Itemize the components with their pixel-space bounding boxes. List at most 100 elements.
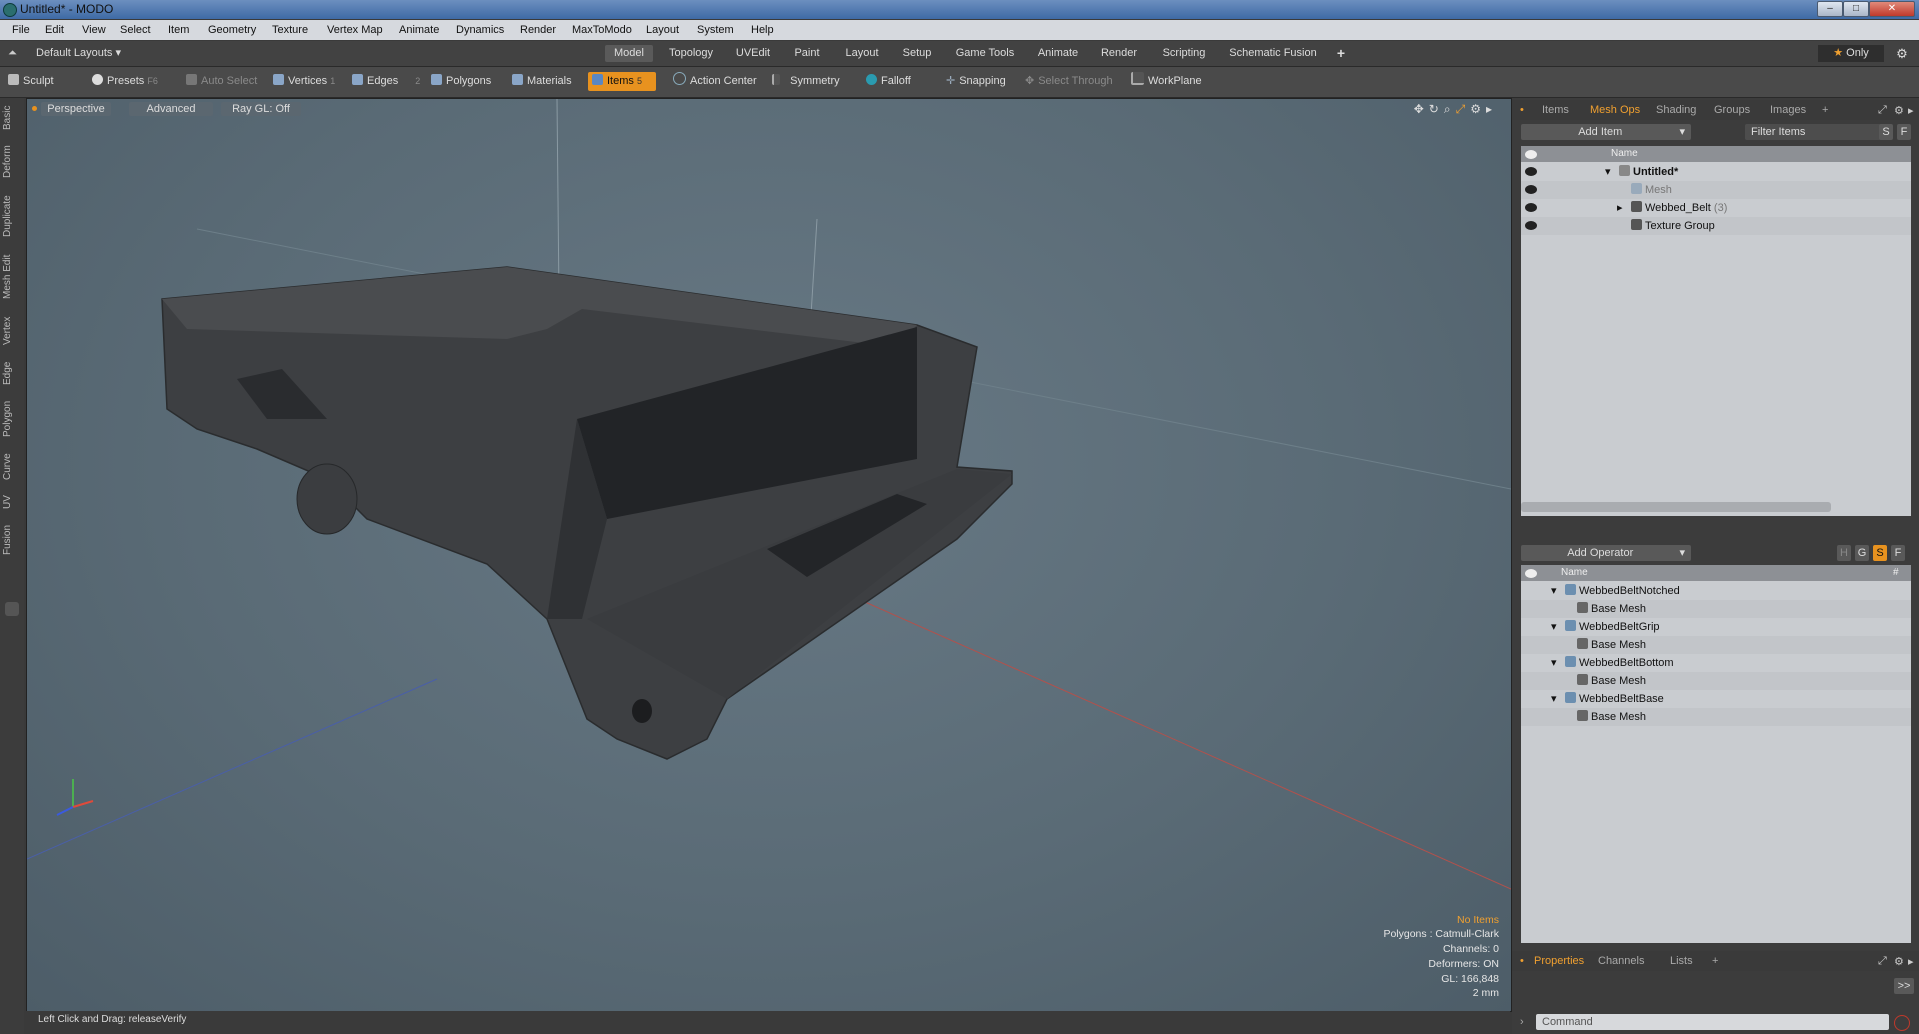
tab-scripting[interactable]: Scripting [1153, 45, 1215, 62]
select-through-button[interactable]: ✥ Select Through [1025, 72, 1113, 91]
menu-render[interactable]: Render [520, 24, 556, 36]
flag-s-button[interactable]: S [1873, 545, 1887, 561]
vtab-curve[interactable]: Curve [2, 450, 22, 484]
horizontal-scrollbar[interactable] [1521, 502, 1831, 512]
tab-setup[interactable]: Setup [895, 45, 939, 62]
command-input[interactable]: Command [1536, 1014, 1889, 1030]
menu-maxtomodo[interactable]: MaxToModo [572, 24, 632, 36]
vtab-vertex[interactable]: Vertex [2, 312, 22, 350]
op-row-base-mesh[interactable]: Base Mesh [1521, 672, 1911, 690]
menu-edit[interactable]: Edit [45, 24, 64, 36]
expand-arrow-icon[interactable]: ▾ [1551, 618, 1557, 636]
edges-button[interactable]: Edges 2 [352, 72, 420, 91]
add-item-button[interactable]: Add Item ▾ [1521, 124, 1691, 140]
menu-texture[interactable]: Texture [272, 24, 308, 36]
visibility-eye-icon[interactable] [1525, 167, 1537, 176]
minimize-button[interactable]: – [1817, 1, 1843, 17]
panel-gear-icon[interactable]: ⚙ [1894, 104, 1904, 117]
visibility-eye-icon[interactable] [1525, 203, 1537, 212]
menu-dynamics[interactable]: Dynamics [456, 24, 504, 36]
symmetry-button[interactable]: Symmetry [772, 72, 840, 91]
filter-f-button[interactable]: F [1897, 124, 1911, 140]
tab-items[interactable]: Items [1542, 104, 1569, 116]
vtab-edge[interactable]: Edge [2, 358, 22, 388]
tree-row-webbed-belt[interactable]: ▸ Webbed_Belt (3) [1521, 199, 1911, 217]
add-panel-tab-button[interactable]: + [1712, 955, 1718, 967]
tab-images[interactable]: Images [1770, 104, 1806, 116]
tree-row-texture-group[interactable]: Texture Group [1521, 217, 1911, 235]
expand-arrow-icon[interactable]: ▾ [1551, 654, 1557, 672]
vtab-polygon[interactable]: Polygon [2, 396, 22, 442]
op-row-base[interactable]: ▾ WebbedBeltBase [1521, 690, 1911, 708]
tab-game-tools[interactable]: Game Tools [947, 45, 1023, 62]
polygons-button[interactable]: Polygons [431, 72, 491, 91]
menu-help[interactable]: Help [751, 24, 774, 36]
tab-layout[interactable]: Layout [837, 45, 887, 62]
op-row-notched[interactable]: ▾ WebbedBeltNotched [1521, 582, 1911, 600]
filter-items-input[interactable]: Filter Items [1745, 124, 1881, 140]
presets-button[interactable]: Presets F6 [92, 72, 158, 91]
menu-file[interactable]: File [12, 24, 30, 36]
tab-model[interactable]: Model [605, 45, 653, 62]
filter-s-button[interactable]: S [1879, 124, 1893, 140]
tree-row-mesh[interactable]: Mesh [1521, 181, 1911, 199]
vertices-button[interactable]: Vertices 1 [273, 72, 335, 91]
vtab-uv[interactable]: UV [2, 492, 22, 512]
tab-properties[interactable]: Properties [1534, 955, 1584, 967]
tab-paint[interactable]: Paint [785, 45, 829, 62]
panel-expand-icon[interactable]: ⤢ [1878, 104, 1887, 117]
tree-row-untitled[interactable]: ▾ Untitled* [1521, 163, 1911, 181]
visibility-eye-icon[interactable] [1525, 185, 1537, 194]
tab-render[interactable]: Render [1093, 45, 1145, 62]
snapping-button[interactable]: ✛ Snapping [946, 72, 1006, 91]
panel-expand-icon[interactable]: ⤢ [1878, 955, 1887, 968]
op-row-base-mesh[interactable]: Base Mesh [1521, 636, 1911, 654]
panel-toggle-button[interactable] [5, 602, 19, 616]
expand-arrow-icon[interactable]: ▸ [1617, 199, 1623, 217]
op-row-grip[interactable]: ▾ WebbedBeltGrip [1521, 618, 1911, 636]
workplane-button[interactable]: WorkPlane [1131, 72, 1202, 91]
op-row-base-mesh[interactable]: Base Mesh [1521, 708, 1911, 726]
flag-g-button[interactable]: G [1855, 545, 1869, 561]
tab-topology[interactable]: Topology [661, 45, 721, 62]
tab-lists[interactable]: Lists [1670, 955, 1693, 967]
maximize-button[interactable]: □ [1843, 1, 1869, 17]
tab-channels[interactable]: Channels [1598, 955, 1644, 967]
menu-select[interactable]: Select [120, 24, 151, 36]
action-center-button[interactable]: Action Center [673, 72, 757, 91]
layout-up-icon[interactable]: ⏶ [8, 47, 20, 59]
expand-arrow-icon[interactable]: ▾ [1605, 163, 1611, 181]
menu-item[interactable]: Item [168, 24, 189, 36]
tab-schematic-fusion[interactable]: Schematic Fusion [1223, 45, 1323, 62]
visibility-eye-icon[interactable] [1525, 221, 1537, 230]
menu-system[interactable]: System [697, 24, 734, 36]
vtab-deform[interactable]: Deform [2, 142, 22, 182]
flag-h-button[interactable]: H [1837, 545, 1851, 561]
tab-uvedit[interactable]: UVEdit [729, 45, 777, 62]
falloff-button[interactable]: Falloff [866, 72, 911, 91]
vtab-fusion[interactable]: Fusion [2, 520, 22, 560]
menu-geometry[interactable]: Geometry [208, 24, 256, 36]
tab-animate[interactable]: Animate [1031, 45, 1085, 62]
only-toggle[interactable]: ★ Only [1818, 45, 1884, 62]
3d-viewport[interactable]: Perspective Advanced Ray GL: Off ✥↻⌕⤢⚙▸ … [26, 98, 1512, 1012]
expand-properties-button[interactable]: >> [1894, 978, 1914, 994]
sculpt-button[interactable]: Sculpt [8, 72, 54, 91]
add-layout-tab-button[interactable]: + [1331, 45, 1351, 62]
panel-menu-dot-icon[interactable]: • [1520, 104, 1524, 116]
add-panel-tab-button[interactable]: + [1822, 104, 1828, 116]
auto-select-button[interactable]: Auto Select [186, 72, 257, 91]
default-layouts-dropdown[interactable]: Default Layouts ▾ [36, 45, 136, 62]
panel-arrow-icon[interactable]: ▸ [1908, 104, 1914, 117]
panel-arrow-icon[interactable]: ▸ [1908, 955, 1914, 968]
expand-arrow-icon[interactable]: ▾ [1551, 582, 1557, 600]
flag-f-button[interactable]: F [1891, 545, 1905, 561]
menu-vertex-map[interactable]: Vertex Map [327, 24, 383, 36]
add-operator-button[interactable]: Add Operator ▾ [1521, 545, 1691, 561]
op-row-bottom[interactable]: ▾ WebbedBeltBottom [1521, 654, 1911, 672]
menu-layout[interactable]: Layout [646, 24, 679, 36]
gear-icon[interactable]: ⚙ [1893, 45, 1911, 62]
vtab-duplicate[interactable]: Duplicate [2, 190, 22, 242]
expand-arrow-icon[interactable]: ▾ [1551, 690, 1557, 708]
tab-mesh-ops[interactable]: Mesh Ops [1590, 104, 1640, 116]
